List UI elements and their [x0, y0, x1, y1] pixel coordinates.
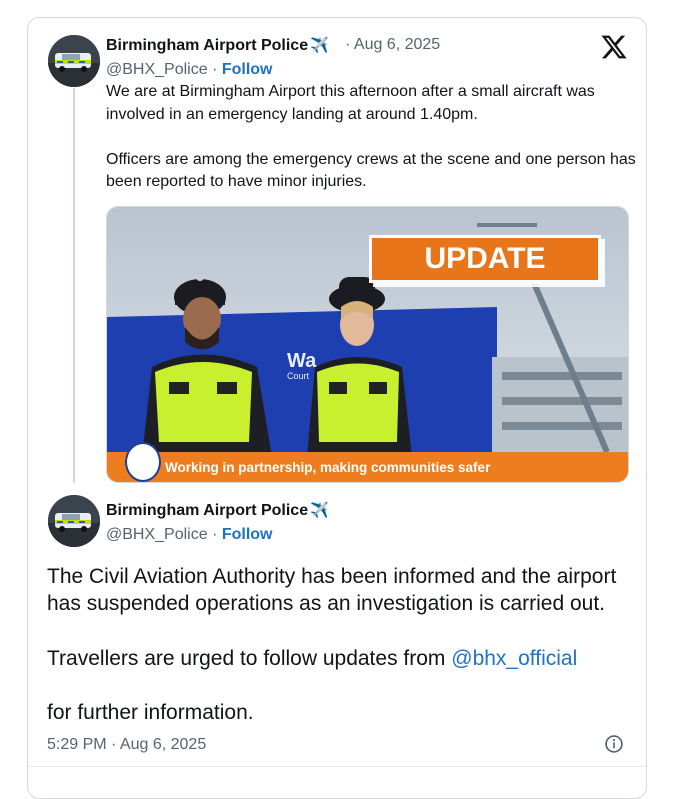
thread-line: [73, 88, 75, 483]
divider: [28, 766, 646, 767]
author-handle[interactable]: @BHX_Police: [106, 526, 208, 543]
tweet-text: We are at Birmingham Airport this aftern…: [106, 83, 636, 190]
building-sign: Wa: [287, 350, 317, 372]
handle-row: @BHX_Police · Follow: [106, 526, 273, 543]
info-icon[interactable]: [604, 734, 624, 754]
police-crest-icon: [125, 442, 161, 482]
tweet-text: The Civil Aviation Authority has been in…: [47, 565, 617, 670]
mention-link[interactable]: @bhx_official: [451, 647, 577, 670]
avatar[interactable]: [48, 35, 100, 87]
x-logo-icon[interactable]: [600, 33, 628, 61]
handle-row: @BHX_Police · Follow: [106, 61, 273, 78]
tweet-image[interactable]: Wa Court UPDATE Working in partnership, …: [106, 206, 629, 483]
follow-button[interactable]: Follow: [222, 61, 273, 78]
embedded-tweet-card: Birmingham Airport Police ✈️ · Aug 6, 202…: [27, 17, 647, 799]
airplane-emoji-icon: ✈️: [310, 502, 329, 519]
airplane-emoji-icon: ✈️: [310, 37, 329, 54]
author-name[interactable]: Birmingham Airport Police ✈️: [106, 36, 329, 55]
building-sign-sub: Court: [287, 371, 310, 381]
author-handle[interactable]: @BHX_Police: [106, 61, 208, 78]
image-banner: Working in partnership, making communiti…: [107, 452, 628, 482]
tweet-timestamp[interactable]: 5:29 PM · Aug 6, 2025: [47, 736, 206, 754]
banner-text: Working in partnership, making communiti…: [165, 459, 491, 475]
tweet-text-tail: for further information.: [47, 701, 254, 724]
update-label: UPDATE: [369, 235, 601, 283]
author-name[interactable]: Birmingham Airport Police ✈️: [106, 501, 329, 520]
avatar[interactable]: [48, 495, 100, 547]
tweet-date[interactable]: · Aug 6, 2025: [345, 36, 440, 54]
follow-button[interactable]: Follow: [222, 526, 273, 543]
